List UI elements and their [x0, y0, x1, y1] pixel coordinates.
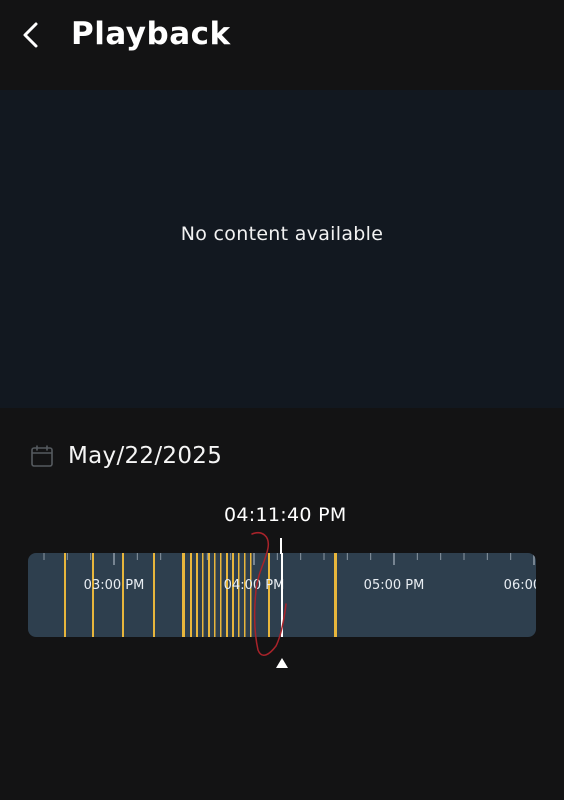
- recording-segment: [153, 553, 155, 637]
- recording-segment: [202, 553, 204, 637]
- recording-segment: [214, 553, 216, 637]
- playhead-line: [281, 553, 283, 637]
- recording-segment: [122, 553, 124, 637]
- recording-segment: [238, 553, 240, 637]
- recording-segment: [64, 553, 66, 637]
- hour-label: 03:00 PM: [84, 578, 145, 593]
- recording-segment: [268, 553, 270, 637]
- hour-label: 04:00 PM: [224, 578, 285, 593]
- playhead-triangle-icon: [276, 658, 288, 668]
- timeline-scrubber[interactable]: 03:00 PM 04:00 PM 05:00 PM 06:00 PM: [28, 553, 536, 637]
- recording-segment: [232, 553, 234, 637]
- recording-segment: [226, 553, 228, 637]
- video-player[interactable]: No content available: [0, 90, 564, 408]
- page-title: Playback: [71, 16, 231, 52]
- current-time-label: 04:11:40 PM: [224, 504, 347, 526]
- playhead-top: [280, 538, 282, 554]
- no-content-message: No content available: [180, 223, 384, 245]
- recording-segment: [208, 553, 210, 637]
- back-button[interactable]: [12, 14, 52, 56]
- date-value: May/22/2025: [68, 443, 223, 469]
- hour-label: 05:00 PM: [364, 578, 425, 593]
- timeline-track: 03:00 PM 04:00 PM 05:00 PM 06:00 PM: [43, 553, 536, 637]
- recording-segment: [250, 553, 252, 637]
- recording-segment: [334, 553, 337, 637]
- chevron-left-icon: [23, 22, 38, 48]
- recording-segment: [182, 553, 185, 637]
- recording-segment: [196, 553, 198, 637]
- calendar-icon: [31, 445, 53, 467]
- recording-segment: [92, 553, 94, 637]
- recording-segment: [244, 553, 246, 637]
- hour-label: 06:00 PM: [504, 578, 536, 593]
- recording-segment: [190, 553, 192, 637]
- header-bar: Playback: [0, 0, 564, 90]
- date-picker[interactable]: May/22/2025: [30, 438, 222, 474]
- recording-segment: [220, 553, 222, 637]
